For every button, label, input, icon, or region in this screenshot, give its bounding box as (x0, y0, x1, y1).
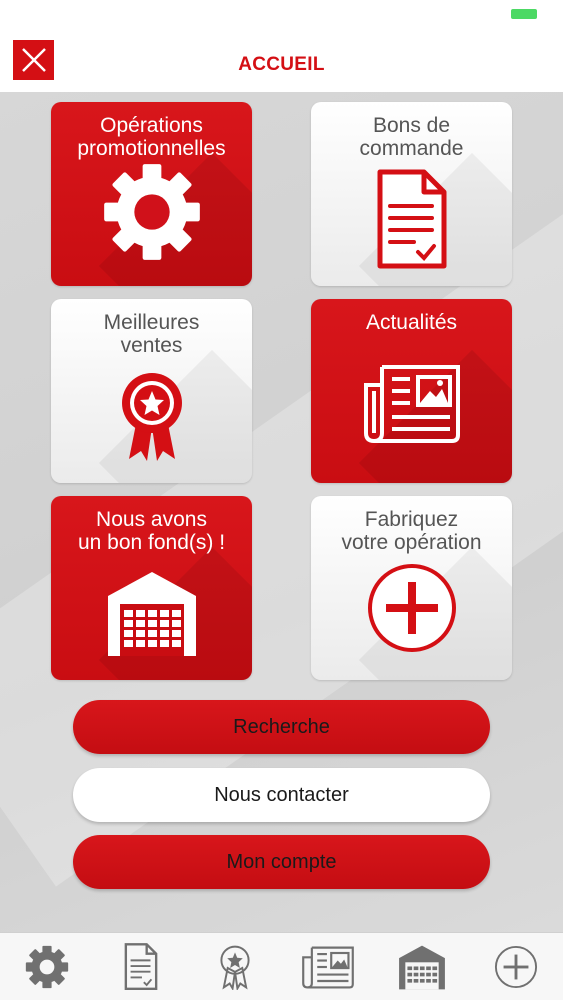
tile-label: Meilleures ventes (103, 311, 200, 357)
newspaper-icon (363, 365, 460, 444)
tab-bar (0, 932, 563, 1000)
contact-button[interactable]: Nous contacter (73, 768, 490, 822)
tile-bons-de-commande[interactable]: Bons de commande (311, 102, 512, 286)
header: ACCUEIL (0, 30, 563, 92)
document-icon (124, 942, 158, 990)
tab-bons-de-commande[interactable] (106, 937, 176, 997)
tile-bon-fonds[interactable]: Nous avons un bon fond(s) ! (51, 496, 252, 680)
tile-fabriquez-operation[interactable]: Fabriquez votre opération (311, 496, 512, 680)
main-menu: Opérations promotionnelles Bons de comma… (0, 92, 563, 932)
tile-actualites[interactable]: Actualités (311, 299, 512, 483)
warehouse-icon (399, 945, 446, 989)
warehouse-icon (107, 572, 196, 656)
tile-label: Opérations promotionnelles (77, 114, 226, 160)
document-icon (377, 169, 446, 269)
tab-fabriquez-operation[interactable] (481, 937, 551, 997)
tab-meilleures-ventes[interactable] (200, 937, 270, 997)
account-button[interactable]: Mon compte (73, 835, 490, 889)
tab-actualites[interactable] (293, 937, 363, 997)
ribbon-star-icon (219, 945, 250, 990)
tile-label: Bons de commande (359, 114, 464, 160)
gear-icon (25, 945, 69, 988)
tile-operations-promotionnelles[interactable]: Opérations promotionnelles (51, 102, 252, 286)
plus-circle-icon (367, 564, 456, 652)
gear-icon (103, 164, 200, 260)
ribbon-star-icon (121, 373, 182, 461)
tab-bon-fonds[interactable] (387, 937, 457, 997)
search-button[interactable]: Recherche (73, 700, 490, 754)
tab-operations[interactable] (12, 937, 82, 997)
battery-icon (511, 9, 537, 19)
page-title: ACCUEIL (238, 54, 325, 75)
tile-label: Fabriquez votre opération (341, 508, 482, 554)
tile-label: Nous avons un bon fond(s) ! (77, 508, 226, 554)
newspaper-icon (302, 946, 355, 989)
tile-label: Actualités (365, 311, 458, 334)
plus-circle-icon (495, 945, 538, 988)
status-bar (0, 0, 563, 30)
tile-meilleures-ventes[interactable]: Meilleures ventes (51, 299, 252, 483)
